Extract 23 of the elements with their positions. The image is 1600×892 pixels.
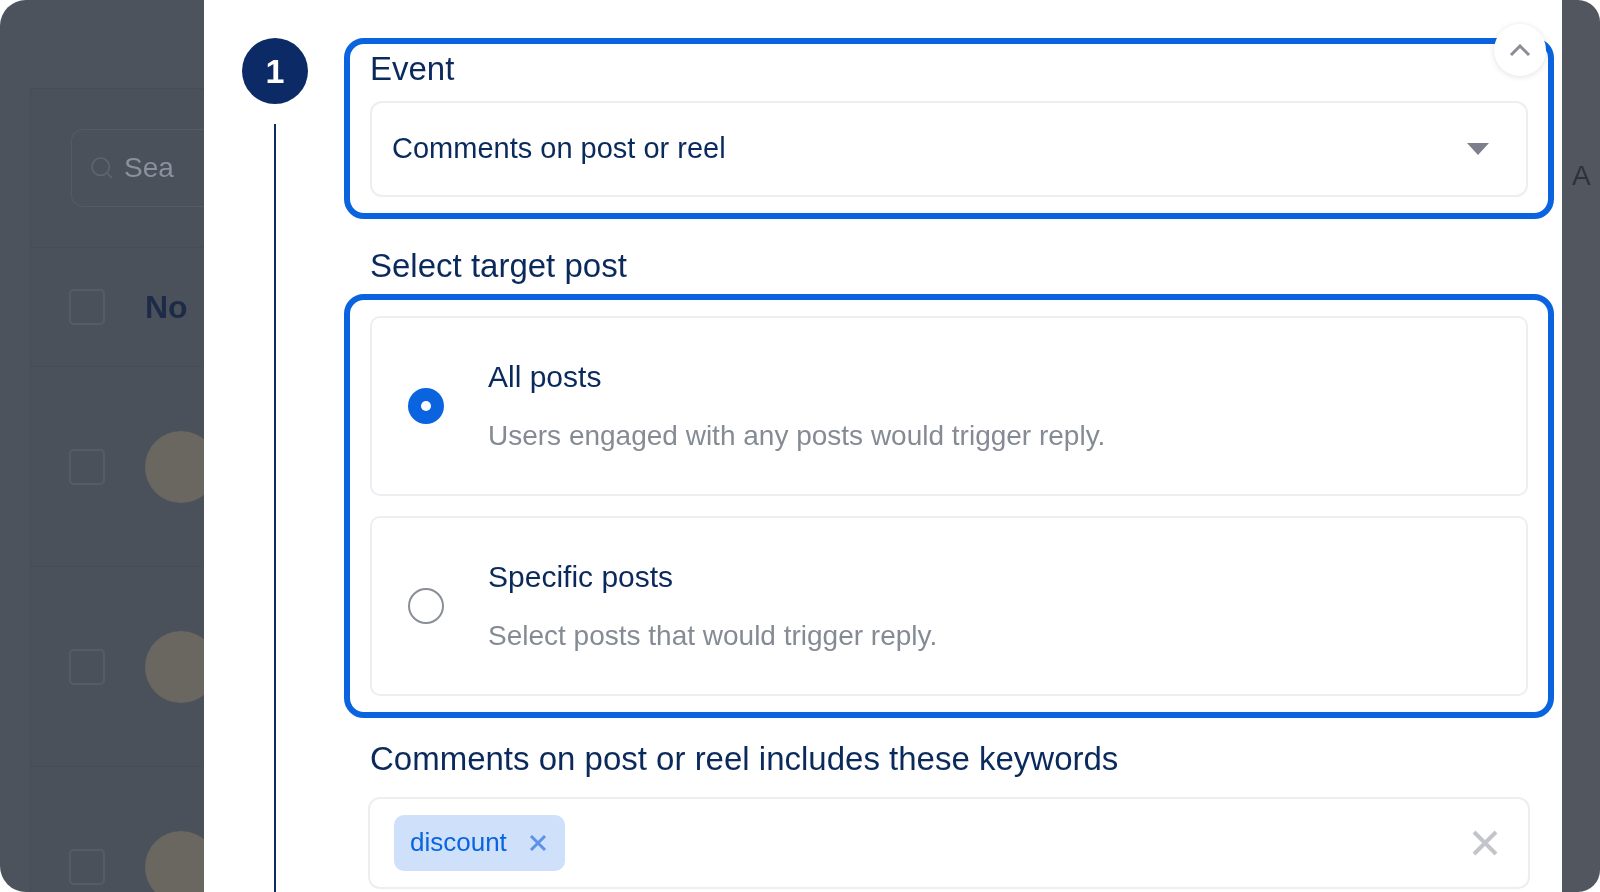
keyword-tag: discount <box>394 814 565 871</box>
avatar <box>145 830 204 892</box>
step-number: 1 <box>242 38 308 104</box>
close-button[interactable] <box>1494 24 1546 76</box>
remove-icon[interactable] <box>528 833 547 852</box>
caret-icon <box>1466 141 1490 156</box>
field-label: Comments on post or reel includes these keywords <box>370 738 1119 779</box>
collapse-icon <box>1509 44 1531 56</box>
option-title: All posts <box>488 359 603 396</box>
option-title: Specific posts <box>488 559 675 596</box>
field-label: Select target post <box>370 245 627 286</box>
clear-icon[interactable] <box>1472 829 1498 856</box>
option-description: Select posts that would trigger reply. <box>488 619 938 654</box>
radio-button[interactable] <box>408 387 444 424</box>
radio-button[interactable] <box>408 587 444 624</box>
field-label: Event <box>370 49 455 89</box>
option-description: Users engaged with any posts would trigger reply. <box>488 419 1106 454</box>
event-dropdown[interactable]: Comments on post or reel <box>370 100 1528 197</box>
keyword-field[interactable]: discount <box>368 796 1530 889</box>
search-input[interactable]: Sea <box>124 147 204 189</box>
radio-option[interactable]: Specific posts Select posts that would trigger reply. <box>370 515 1528 696</box>
radio-option[interactable]: All posts Users engaged with any posts would trigger reply. <box>370 315 1528 496</box>
search-field[interactable]: Sea <box>71 129 204 207</box>
